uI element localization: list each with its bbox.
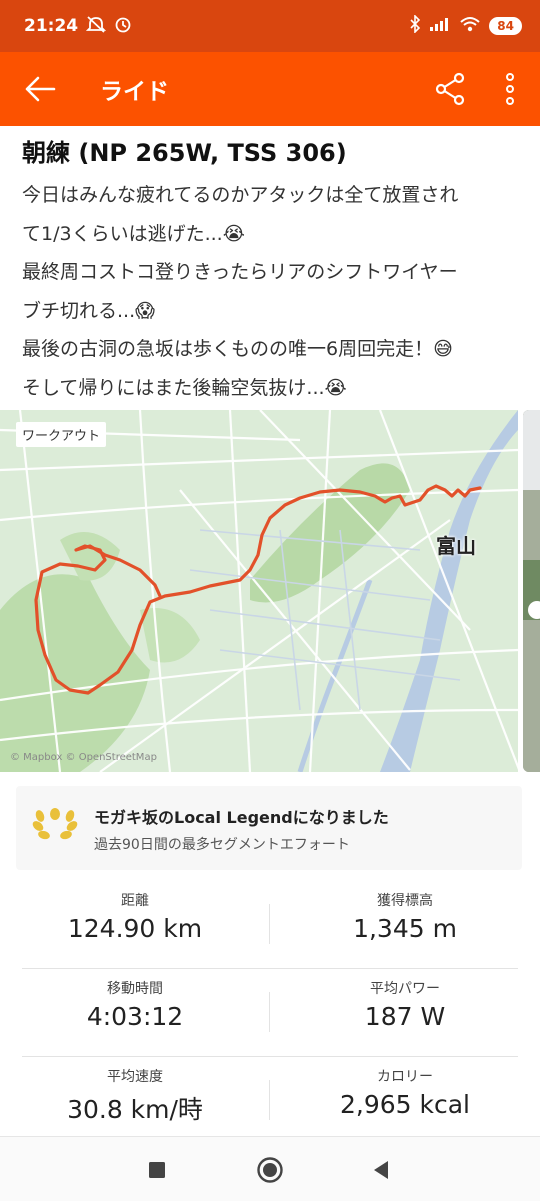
- description-line: 今日はみんな疲れてるのかアタックは全て放置され: [22, 184, 459, 206]
- map-attribution: © Mapbox © OpenStreetMap: [10, 752, 157, 763]
- home-button[interactable]: [255, 1155, 285, 1185]
- stats-row: 移動時間 4:03:12 平均パワー 187 W: [0, 968, 540, 1056]
- page-title: ライド: [100, 79, 169, 105]
- more-icon: [506, 73, 514, 105]
- stat-label: 平均速度: [107, 1069, 163, 1085]
- back-button[interactable]: [0, 52, 80, 126]
- more-options-button[interactable]: [480, 52, 540, 126]
- local-legend-card[interactable]: モガキ坂のLocal Legendになりました 過去90日間の最多セグメントエフ…: [16, 786, 522, 870]
- home-icon: [257, 1157, 283, 1183]
- laurel-icon: [32, 808, 78, 840]
- map-graphic: [0, 410, 518, 772]
- stat-distance: 距離 124.90 km: [0, 890, 270, 943]
- mute-icon: [85, 15, 107, 38]
- share-icon: [435, 72, 465, 106]
- back-triangle-icon: [374, 1161, 388, 1179]
- stat-label: 獲得標高: [377, 893, 433, 909]
- description-line: ブチ切れる...😱: [22, 299, 155, 322]
- photo-thumbnail: [523, 410, 540, 772]
- status-bar: 21:24 84: [0, 0, 540, 52]
- stat-value: 1,345 m: [353, 914, 457, 943]
- stat-value: 30.8 km/時: [67, 1095, 203, 1124]
- stat-value: 124.90 km: [67, 914, 203, 943]
- stat-average-power: 平均パワー 187 W: [270, 978, 540, 1031]
- stop-icon: [149, 1162, 165, 1178]
- stat-label: 移動時間: [107, 981, 163, 997]
- battery-indicator: 84: [489, 17, 522, 35]
- system-nav-bar: [0, 1136, 540, 1201]
- map-city-label: 富山: [436, 534, 476, 558]
- stat-label: 距離: [121, 893, 149, 909]
- stat-value: 187 W: [364, 1002, 446, 1031]
- alarm-icon: [114, 15, 132, 38]
- achievement-headline: モガキ坂のLocal Legendになりました: [94, 808, 389, 827]
- description-line: そして帰りにはまた後輪空気抜け...😭: [22, 376, 347, 399]
- clock: 21:24: [24, 16, 79, 36]
- stat-elevation-gain: 獲得標高 1,345 m: [270, 890, 540, 943]
- route-map[interactable]: ワークアウト 富山 © Mapbox © OpenStreetMap: [0, 410, 518, 772]
- map-workout-badge: ワークアウト: [16, 422, 107, 447]
- bluetooth-icon: [409, 13, 421, 38]
- stats-row: 平均速度 30.8 km/時 カロリー 2,965 kcal: [0, 1056, 540, 1144]
- app-bar: ライド: [0, 52, 540, 126]
- share-button[interactable]: [420, 52, 480, 126]
- wifi-icon: [459, 15, 481, 38]
- next-photo-peek[interactable]: [523, 410, 540, 772]
- stat-value: 4:03:12: [86, 1002, 184, 1031]
- stat-calories: カロリー 2,965 kcal: [270, 1066, 540, 1119]
- description-line: 最終周コストコ登りきったらリアのシフトワイヤー: [22, 261, 458, 283]
- signal-icon: [429, 16, 451, 37]
- stat-value: 2,965 kcal: [339, 1090, 470, 1119]
- activity-description: 朝練 (NP 265W, TSS 306) 今日はみんな疲れてるのかアタックは全…: [22, 136, 522, 407]
- description-line: 最後の古洞の急坂は歩くものの唯一6周回完走！😅: [22, 338, 453, 360]
- back-arrow-icon: [25, 76, 56, 102]
- stat-average-speed: 平均速度 30.8 km/時: [0, 1066, 270, 1126]
- activity-title: 朝練 (NP 265W, TSS 306): [22, 139, 347, 167]
- stat-label: カロリー: [377, 1069, 433, 1085]
- stat-label: 平均パワー: [370, 981, 440, 997]
- stats-row: 距離 124.90 km 獲得標高 1,345 m: [0, 880, 540, 968]
- stat-moving-time: 移動時間 4:03:12: [0, 978, 270, 1031]
- achievement-subtitle: 過去90日間の最多セグメントエフォート: [94, 837, 350, 853]
- back-nav-button[interactable]: [366, 1155, 396, 1185]
- stats-grid: 距離 124.90 km 獲得標高 1,345 m 移動時間 4:03:12 平…: [0, 880, 540, 1144]
- description-line: て1/3くらいは逃げた...😭: [22, 222, 245, 245]
- recents-button[interactable]: [142, 1155, 172, 1185]
